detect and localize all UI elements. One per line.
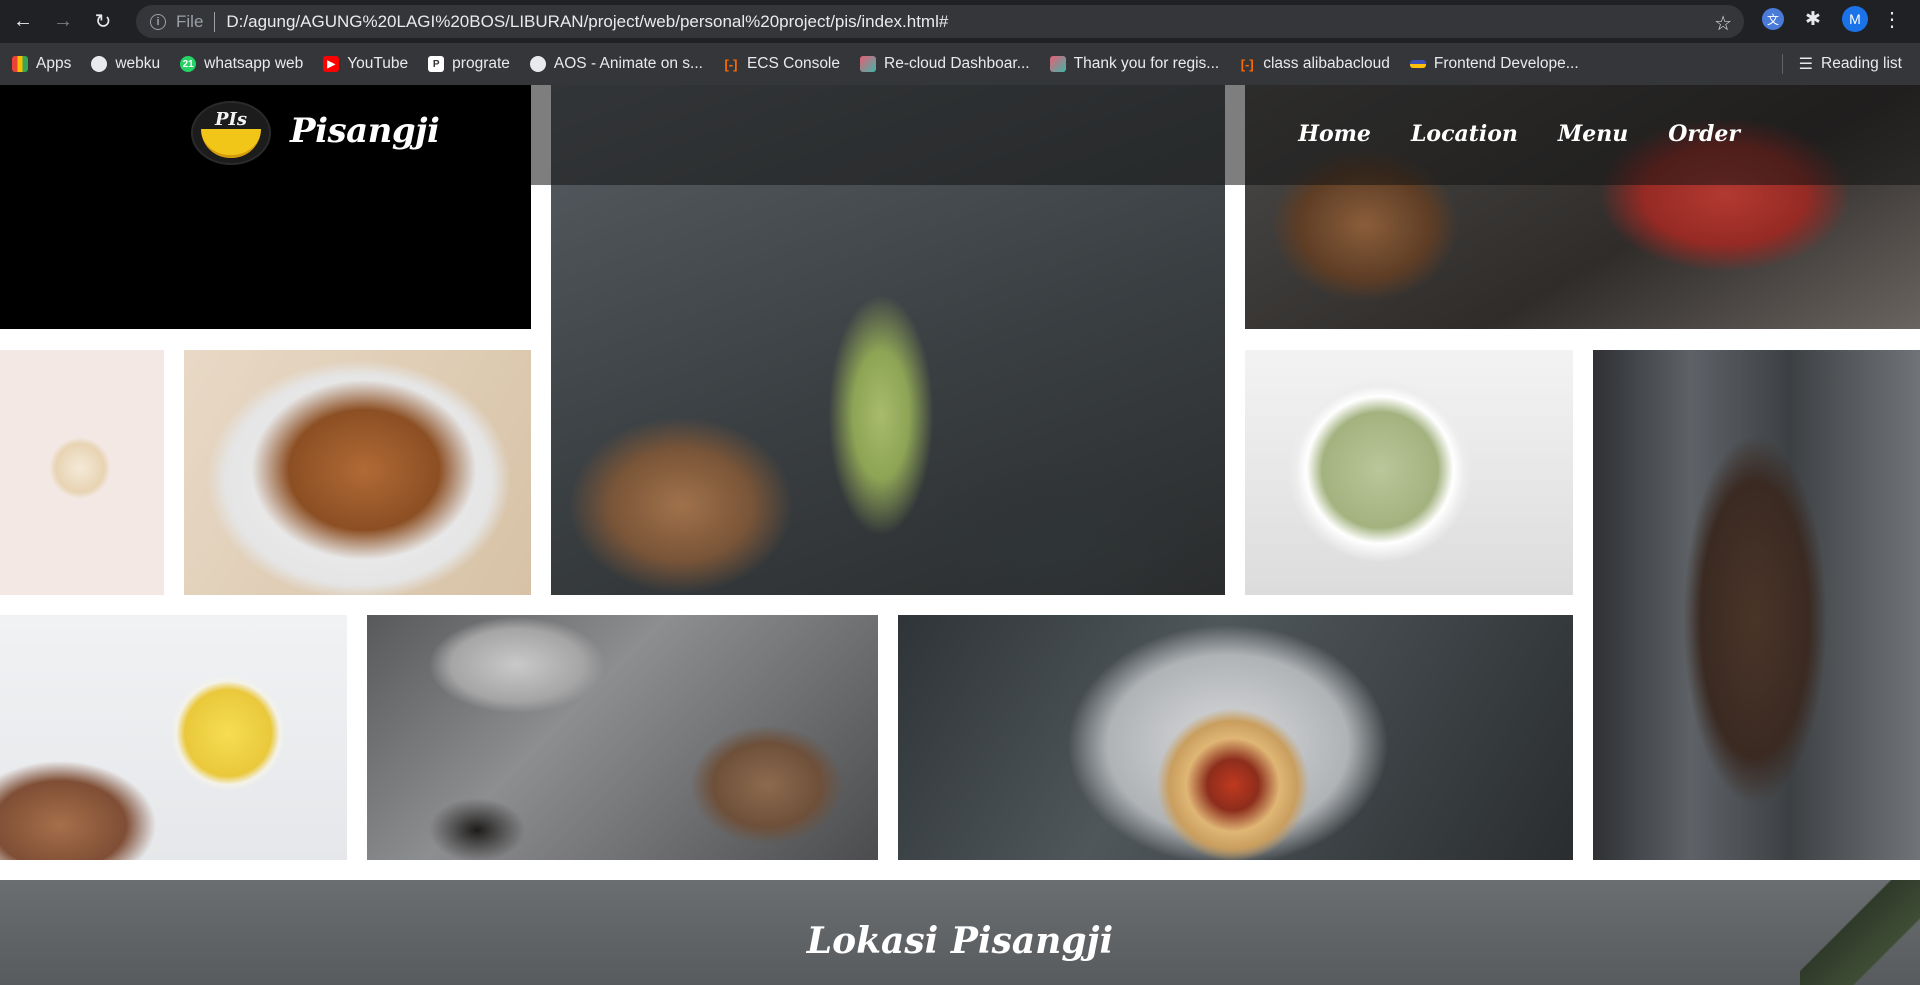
omnibox-divider xyxy=(214,11,216,32)
banana-icon xyxy=(201,129,261,158)
globe-icon xyxy=(91,56,108,72)
photo-cereal-bowl xyxy=(0,350,164,595)
frontend-icon xyxy=(1409,60,1426,68)
whatsapp-icon: 21 xyxy=(180,56,197,72)
youtube-icon: ▶ xyxy=(323,56,340,72)
translate-icon[interactable]: 文 xyxy=(1762,8,1784,30)
site-logo[interactable]: PIs xyxy=(191,101,271,165)
bookmark-label: Thank you for regis... xyxy=(1073,55,1220,72)
location-title: Lokasi Pisangji xyxy=(806,920,1114,962)
bookmarks-divider xyxy=(1781,54,1783,74)
alibaba-icon: [-] xyxy=(1240,56,1254,72)
bookmark-label: AOS - Animate on s... xyxy=(553,55,703,72)
main-nav: Home Location Menu Order xyxy=(1258,121,1740,147)
browser-menu-icon[interactable]: ⋮ xyxy=(1882,7,1902,32)
browser-toolbar: ← → ↻ i File D:/agung/AGUNG%20LAGI%20BOS… xyxy=(0,0,1920,43)
bookmark-label: webku xyxy=(115,55,161,72)
reading-list-label: Reading list xyxy=(1821,55,1902,72)
bookmark-alibabacloud[interactable]: [-] class alibabacloud xyxy=(1239,55,1390,73)
prograte-icon: P xyxy=(428,56,445,72)
bookmark-label: ECS Console xyxy=(746,55,840,72)
logo-text: PIs xyxy=(214,109,248,130)
brand-name[interactable]: Pisangji xyxy=(290,111,440,151)
info-icon[interactable]: i xyxy=(150,13,166,30)
location-section: Lokasi Pisangji xyxy=(0,880,1920,985)
bookmark-youtube[interactable]: ▶ YouTube xyxy=(323,55,408,73)
photo-chocolate-loaf xyxy=(1593,350,1920,860)
apps-grid-icon xyxy=(12,56,28,72)
forward-icon[interactable]: → xyxy=(46,5,80,39)
bookmark-label: class alibabacloud xyxy=(1263,55,1390,72)
bookmark-webku[interactable]: webku xyxy=(91,55,160,73)
nav-home[interactable]: Home xyxy=(1298,121,1371,147)
extensions-area: 文 ✱ M ⋮ xyxy=(1762,6,1902,32)
nav-menu[interactable]: Menu xyxy=(1558,121,1628,147)
bookmark-whatsapp[interactable]: 21 whatsapp web xyxy=(180,55,303,73)
bookmark-label: Frontend Develope... xyxy=(1433,55,1579,72)
reading-list-button[interactable]: ☰ Reading list xyxy=(1781,54,1902,74)
recloud-icon xyxy=(1049,56,1066,72)
bookmark-ecs-console[interactable]: [-] ECS Console xyxy=(723,55,840,73)
bookmark-thank-you[interactable]: Thank you for regis... xyxy=(1049,55,1220,73)
bookmark-label: YouTube xyxy=(347,55,409,72)
reading-list-icon: ☰ xyxy=(1798,56,1813,73)
extensions-puzzle-icon[interactable]: ✱ xyxy=(1802,8,1824,30)
url-text[interactable]: D:/agung/AGUNG%20LAGI%20BOS/LIBURAN/proj… xyxy=(226,12,948,32)
bookmark-frontend[interactable]: Frontend Develope... xyxy=(1409,55,1579,73)
photo-juice-granola xyxy=(0,615,347,860)
bookmark-star-icon[interactable]: ☆ xyxy=(1714,11,1732,36)
bookmark-label: Re-cloud Dashboar... xyxy=(884,55,1030,72)
bookmark-prograte[interactable]: P prograte xyxy=(428,55,510,73)
reload-icon[interactable]: ↻ xyxy=(86,5,120,39)
photo-smoothie-bowl xyxy=(1245,350,1573,595)
nav-location[interactable]: Location xyxy=(1411,121,1518,147)
alibaba-icon: [-] xyxy=(724,56,738,72)
site-header: PIs Pisangji Home Location Menu Order xyxy=(0,85,1920,185)
recloud-icon xyxy=(860,56,876,72)
back-icon[interactable]: ← xyxy=(6,5,40,39)
url-scheme-label: File xyxy=(176,11,204,31)
bookmark-aos[interactable]: AOS - Animate on s... xyxy=(529,55,703,73)
address-bar[interactable]: i File D:/agung/AGUNG%20LAGI%20BOS/LIBUR… xyxy=(136,5,1744,38)
page-viewport: PIs Pisangji Home Location Menu Order Lo… xyxy=(0,85,1920,985)
nav-order[interactable]: Order xyxy=(1668,121,1740,147)
photo-banana-bread xyxy=(367,615,878,860)
profile-avatar[interactable]: M xyxy=(1842,6,1868,32)
bookmark-recloud[interactable]: Re-cloud Dashboar... xyxy=(860,55,1030,73)
photo-waffles xyxy=(184,350,531,595)
bookmark-label: prograte xyxy=(452,55,510,72)
bookmark-label: Apps xyxy=(36,55,72,72)
globe-icon xyxy=(529,56,546,72)
bookmark-apps[interactable]: Apps xyxy=(12,55,71,73)
bookmark-label: whatsapp web xyxy=(204,55,304,72)
photo-pancakes xyxy=(898,615,1573,860)
bookmarks-bar: Apps webku 21 whatsapp web ▶ YouTube P p… xyxy=(0,43,1920,85)
